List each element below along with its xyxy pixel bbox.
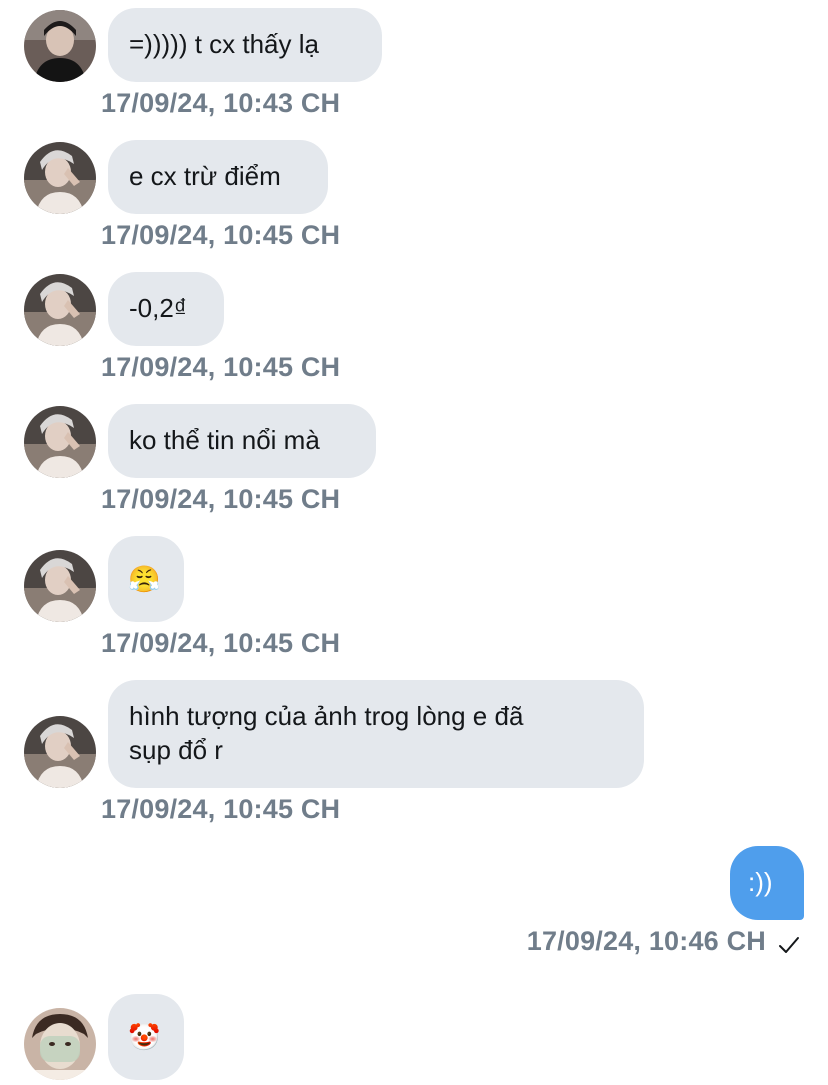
outgoing-message-bubble[interactable]: :))	[730, 846, 804, 920]
message-timestamp: 17/09/24, 10:45 CH	[101, 794, 341, 824]
checkmark-icon	[779, 937, 799, 953]
avatar[interactable]	[24, 142, 96, 214]
message-bubble[interactable]: ko thể tin nổi mà	[108, 404, 376, 478]
avatar[interactable]	[24, 716, 96, 788]
message-timestamp: 17/09/24, 10:45 CH	[101, 484, 341, 514]
message-bubble[interactable]: =))))) t cx thấy lạ	[108, 8, 382, 82]
message-bubble[interactable]: hình tượng của ảnh trog lòng e đã sụp đổ…	[108, 680, 644, 788]
message-timestamp: 17/09/24, 10:45 CH	[101, 628, 341, 658]
avatar-photo-icon	[24, 142, 96, 214]
message-bubble[interactable]: 😤	[108, 536, 184, 622]
avatar-photo-icon	[24, 274, 96, 346]
avatar-photo-icon	[24, 550, 96, 622]
avatar[interactable]	[24, 10, 96, 82]
message-timestamp: 17/09/24, 10:46 CH	[526, 926, 766, 956]
avatar-photo-icon	[24, 406, 96, 478]
avatar[interactable]	[24, 406, 96, 478]
avatar[interactable]	[24, 550, 96, 622]
avatar-photo-icon	[24, 10, 96, 82]
avatar[interactable]	[24, 1008, 96, 1080]
message-timestamp: 17/09/24, 10:43 CH	[101, 88, 341, 118]
message-bubble[interactable]: 🤡	[108, 994, 184, 1080]
avatar-photo-icon	[24, 1008, 96, 1080]
avatar[interactable]	[24, 274, 96, 346]
message-bubble[interactable]: -0,2₫	[108, 272, 224, 346]
message-timestamp: 17/09/24, 10:45 CH	[101, 352, 341, 382]
message-bubble[interactable]: e cx trừ điểm	[108, 140, 328, 214]
avatar-photo-icon	[24, 716, 96, 788]
message-timestamp: 17/09/24, 10:45 CH	[101, 220, 341, 250]
